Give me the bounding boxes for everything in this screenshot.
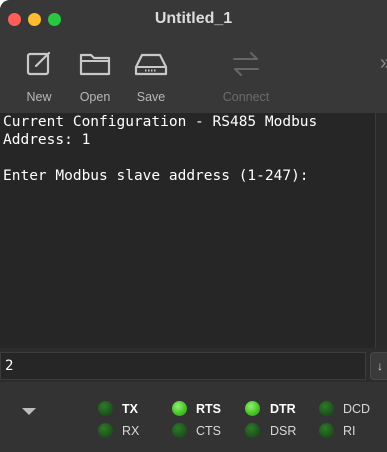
dsr-label: DSR xyxy=(270,424,297,438)
cts-led xyxy=(172,423,187,438)
open-button[interactable]: Open xyxy=(67,44,123,108)
terminal-line: Enter Modbus slave address (1-247): xyxy=(3,168,309,184)
terminal-window: Untitled_1 New Open Save Connect Current… xyxy=(0,0,387,452)
save-button[interactable]: Save xyxy=(123,44,179,108)
connect-button[interactable]: Connect xyxy=(218,44,274,108)
rts-label: RTS xyxy=(196,402,221,416)
input-row: ↓ xyxy=(0,350,387,382)
terminal-scrollbar[interactable] xyxy=(375,113,387,348)
save-label: Save xyxy=(136,90,166,104)
disclosure-triangle-icon[interactable] xyxy=(22,408,36,415)
dtr-label: DTR xyxy=(270,402,296,416)
rx-led xyxy=(98,423,113,438)
connect-arrows-icon xyxy=(233,52,259,76)
terminal-output[interactable]: Current Configuration - RS485 Modbus Add… xyxy=(0,113,376,348)
dsr-led xyxy=(245,423,260,438)
command-input[interactable] xyxy=(0,352,366,380)
send-button[interactable]: ↓ xyxy=(370,352,387,380)
rts-led[interactable] xyxy=(172,401,187,416)
zoom-window-button[interactable] xyxy=(48,13,61,26)
close-window-button[interactable] xyxy=(8,13,21,26)
tx-led xyxy=(98,401,113,416)
terminal-line: Address: 1 xyxy=(3,132,91,148)
connect-label: Connect xyxy=(222,90,270,104)
disk-drive-icon xyxy=(134,53,168,76)
window-title: Untitled_1 xyxy=(154,10,233,27)
new-button[interactable]: New xyxy=(11,44,67,108)
dcd-led xyxy=(319,401,334,416)
tx-label: TX xyxy=(122,402,138,416)
open-label: Open xyxy=(79,90,111,104)
minimize-window-button[interactable] xyxy=(28,13,41,26)
dcd-label: DCD xyxy=(343,402,371,416)
terminal-line: Current Configuration - RS485 Modbus xyxy=(3,114,318,130)
title-toolbar: Untitled_1 New Open Save Connect xyxy=(0,0,387,113)
cts-label: CTS xyxy=(196,424,221,438)
ri-led xyxy=(319,423,334,438)
new-document-icon xyxy=(26,51,51,76)
signal-status-bar: TX RX RTS CTS DTR DSR DCD RI xyxy=(0,382,387,452)
folder-icon xyxy=(79,53,111,76)
dtr-led[interactable] xyxy=(245,401,260,416)
rx-label: RX xyxy=(122,424,140,438)
ri-label: RI xyxy=(343,424,356,438)
new-label: New xyxy=(26,90,52,104)
toolbar-overflow-button[interactable]: » xyxy=(380,52,387,75)
